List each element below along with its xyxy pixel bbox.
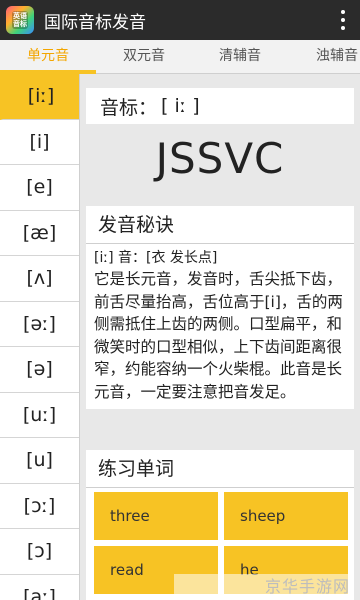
tab-diphthong[interactable]: 双元音	[96, 40, 192, 73]
word-button-sheep[interactable]: sheep	[224, 492, 348, 540]
app-icon: 英语 音标	[6, 6, 34, 34]
phonetic-item[interactable]: [ɔː]	[0, 484, 79, 529]
word-button-three[interactable]: three	[94, 492, 218, 540]
tab-voiceless-consonant[interactable]: 清辅音	[192, 40, 288, 73]
watermark: 京华手游网	[174, 574, 354, 596]
tips-first-line: [iː] 音：[衣 发长点]	[94, 250, 218, 266]
practice-heading: 练习单词	[86, 450, 354, 488]
tab-voiced-consonant[interactable]: 浊辅音	[288, 40, 360, 73]
app-icon-text: 英语 音标	[12, 11, 28, 29]
phonetic-item[interactable]: [e]	[0, 165, 79, 211]
tips-heading: 发音秘诀	[86, 206, 354, 244]
watermark-text: 京华手游网	[264, 577, 350, 596]
tips-text: 它是长元音，发音时，舌尖抵下齿，前舌尽量抬高，舌位高于[i]，舌的两侧需抵住上齿…	[94, 270, 343, 401]
title-bar: 英语 音标 国际音标发音	[0, 0, 360, 40]
phonetic-item[interactable]: [ɔ]	[0, 529, 79, 575]
tips-body: [iː] 音：[衣 发长点] 它是长元音，发音时，舌尖抵下齿，前舌尽量抬高，舌位…	[86, 244, 354, 409]
example-word: JSSVC	[155, 134, 285, 183]
phonetic-item[interactable]: [ə]	[0, 347, 79, 393]
phonetic-item[interactable]: [æ]	[0, 211, 79, 256]
phonetic-item[interactable]: [i]	[0, 120, 79, 165]
phonetic-item[interactable]: [aː]	[0, 575, 79, 600]
phonetic-value: [ iː ]	[161, 95, 200, 117]
category-tabs: 单元音 双元音 清辅音 浊辅音	[0, 40, 360, 74]
phonetic-item[interactable]: [ʌ]	[0, 256, 79, 302]
detail-panel: 音标： [ iː ] JSSVC 发音秘诀 [iː] 音：[衣 发长点] 它是长…	[80, 74, 360, 600]
tab-monophthong[interactable]: 单元音	[0, 40, 96, 74]
phonetic-item[interactable]: [u]	[0, 438, 79, 484]
app-title: 国际音标发音	[44, 12, 146, 33]
phonetic-item[interactable]: [uː]	[0, 393, 79, 438]
phonetic-card[interactable]: 音标： [ iː ]	[86, 88, 354, 124]
phonetic-item[interactable]: [əː]	[0, 302, 79, 347]
overflow-menu-icon[interactable]	[340, 10, 346, 30]
pronunciation-tips-card: 发音秘诀 [iː] 音：[衣 发长点] 它是长元音，发音时，舌尖抵下齿，前舌尽量…	[86, 206, 354, 438]
phonetic-list: [iː] [i] [e] [æ] [ʌ] [əː] [ə] [uː] [u] […	[0, 74, 80, 600]
phonetic-label: 音标：	[100, 96, 158, 119]
phonetic-item[interactable]: [iː]	[0, 74, 79, 120]
